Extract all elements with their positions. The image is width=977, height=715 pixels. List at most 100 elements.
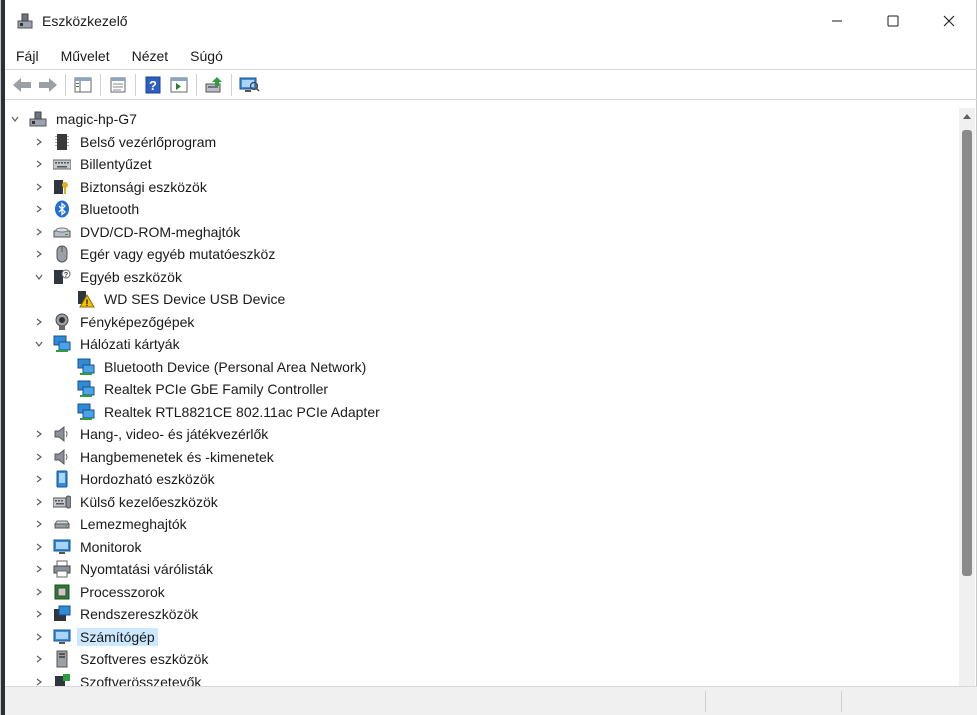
menu-bar: Fájl Művelet Nézet Súgó [5, 42, 977, 70]
chevron-right-icon[interactable] [31, 423, 47, 445]
console-tree-button[interactable] [72, 74, 94, 96]
chevron-right-icon[interactable] [31, 491, 47, 513]
portable-device-icon [53, 470, 71, 488]
toolbar-separator [65, 73, 66, 96]
human-interface-icon [53, 493, 71, 511]
back-button[interactable] [11, 74, 33, 96]
tree-root-computer[interactable]: magic-hp-G7 [7, 108, 140, 130]
tree-item-szoftveres-eszkozok[interactable]: Szoftveres eszközök [31, 648, 211, 670]
chevron-right-icon[interactable] [31, 558, 47, 580]
chevron-right-icon[interactable] [31, 221, 47, 243]
tree-item-bluetooth-device-personal-area-network[interactable]: Bluetooth Device (Personal Area Network) [55, 356, 369, 378]
tree-item-egyeb-eszkozok[interactable]: ? Egyéb eszközök [31, 266, 185, 288]
svg-text:!: ! [86, 298, 89, 308]
toolbar-separator [231, 73, 232, 96]
chevron-down-icon[interactable] [31, 333, 47, 355]
background-sliver [1, 0, 5, 715]
disk-drive-icon [53, 515, 71, 533]
properties-icon [110, 77, 126, 92]
menu-file[interactable]: Fájl [5, 42, 50, 70]
bluetooth-icon [53, 200, 71, 218]
chevron-right-icon[interactable] [31, 468, 47, 490]
chevron-down-icon[interactable] [7, 108, 23, 130]
tree-item-billentyuzet[interactable]: Billentyűzet [31, 153, 155, 175]
chevron-right-icon[interactable] [31, 176, 47, 198]
tree-item-label: Számítógép [77, 627, 158, 646]
menu-action[interactable]: Művelet [50, 42, 121, 70]
chevron-right-icon[interactable] [31, 131, 47, 153]
device-tree[interactable]: magic-hp-G7 Belső vezérlőprogram Billentyű… [7, 108, 959, 686]
action-pane-button[interactable] [168, 74, 190, 96]
chevron-right-icon[interactable] [31, 626, 47, 648]
forward-button[interactable] [37, 74, 59, 96]
tree-item-hang-video-es-jatekvezerlok[interactable]: Hang-, video- és játékvezérlők [31, 423, 271, 445]
processor-icon [53, 583, 71, 601]
update-driver-icon [205, 76, 222, 92]
chevron-right-icon[interactable] [31, 153, 47, 175]
scan-hardware-button[interactable] [238, 74, 260, 96]
tree-item-label: DVD/CD-ROM-meghajtók [80, 223, 241, 240]
tree-item-label: Egér vagy egyéb mutatóeszköz [80, 246, 276, 262]
tree-item-biztonsagi-eszkozok[interactable]: Biztonsági eszközök [31, 176, 210, 198]
tree-item-bluetooth[interactable]: Bluetooth [31, 198, 142, 220]
status-bar [5, 686, 977, 715]
minimize-button[interactable] [809, 0, 865, 42]
chevron-right-icon[interactable] [31, 311, 47, 333]
status-divider [705, 691, 706, 712]
tree-item-realtek-rtl8821ce-802-11ac-pcie-adapter[interactable]: Realtek RTL8821CE 802.11ac PCIe Adapter [55, 401, 383, 423]
title-bar[interactable]: Eszközkezelő [5, 0, 977, 42]
chevron-down-icon[interactable] [31, 266, 47, 288]
tree-item-eger-vagy-egyeb-mutatoeszkoz[interactable]: Egér vagy egyéb mutatóeszköz [31, 243, 278, 265]
tree-item-label: Fényképezőgépek [80, 313, 195, 330]
update-driver-button[interactable] [203, 74, 225, 96]
chevron-right-icon[interactable] [31, 581, 47, 603]
chevron-right-icon[interactable] [31, 513, 47, 535]
tree-item-nyomtatasi-varolistak[interactable]: Nyomtatási várólisták [31, 558, 216, 580]
vertical-scrollbar[interactable] [959, 108, 975, 686]
chevron-right-icon[interactable] [31, 648, 47, 670]
computer-icon [53, 628, 71, 646]
close-button[interactable] [921, 0, 977, 42]
tree-item-lemezmeghajtok[interactable]: Lemezmeghajtók [31, 513, 190, 535]
chevron-right-icon[interactable] [31, 603, 47, 625]
tree-item-processzorok[interactable]: Processzorok [31, 581, 168, 603]
tree-item-label: Processzorok [80, 583, 165, 600]
scroll-up-button[interactable] [959, 108, 975, 124]
tree-item-label: Bluetooth Device (Personal Area Network) [104, 358, 367, 375]
tree-item-rendszereszkozok[interactable]: Rendszereszközök [31, 603, 201, 625]
chevron-right-icon[interactable] [31, 446, 47, 468]
tree-item-dvd-cd-rom-meghajtok[interactable]: DVD/CD-ROM-meghajtók [31, 221, 243, 243]
chevron-right-icon[interactable] [31, 243, 47, 265]
network-adapter-icon [77, 380, 95, 398]
software-component-icon [53, 673, 71, 686]
tree-item-label: Monitorok [80, 538, 142, 555]
tree-item-label: Lemezmeghajtók [80, 516, 187, 532]
scrollbar-thumb[interactable] [962, 130, 972, 576]
tree-item-szamitogep[interactable]: Számítógép [31, 626, 158, 648]
tree-item-wd-ses-device-usb-device[interactable]: ! WD SES Device USB Device [55, 288, 288, 310]
tree-item-label: Hang-, video- és játékvezérlők [80, 426, 269, 442]
menu-help[interactable]: Súgó [179, 42, 234, 70]
menu-view[interactable]: Nézet [121, 42, 180, 70]
tree-item-belso-vezerloprogram[interactable]: Belső vezérlőprogram [31, 131, 219, 153]
chevron-right-icon[interactable] [31, 536, 47, 558]
tree-item-hangbemenetek-es-kimenetek[interactable]: Hangbemenetek és -kimenetek [31, 446, 277, 468]
help-button[interactable]: ? [142, 74, 164, 96]
maximize-button[interactable] [865, 0, 921, 42]
tree-item-label: magic-hp-G7 [56, 111, 137, 127]
chevron-right-icon[interactable] [31, 671, 47, 687]
tree-item-realtek-pcie-gbe-family-controller[interactable]: Realtek PCIe GbE Family Controller [55, 378, 331, 400]
tree-item-szoftverosszetevok[interactable]: Szoftverösszetevők [31, 671, 204, 687]
tree-item-label: Belső vezérlőprogram [80, 133, 217, 150]
tree-item-hordozhato-eszkozok[interactable]: Hordozható eszközök [31, 468, 218, 490]
properties-button[interactable] [107, 74, 129, 96]
chevron-right-icon[interactable] [31, 198, 47, 220]
tree-item-fenykepezogepek[interactable]: Fényképezőgépek [31, 311, 197, 333]
printer-icon [53, 560, 71, 578]
tree-item-monitorok[interactable]: Monitorok [31, 536, 144, 558]
tree-item-halozati-kartyak[interactable]: Hálózati kártyák [31, 333, 183, 355]
tree-item-kulso-kezeloeszkozok[interactable]: Külső kezelőeszközök [31, 491, 221, 513]
webcam-icon [53, 313, 71, 331]
